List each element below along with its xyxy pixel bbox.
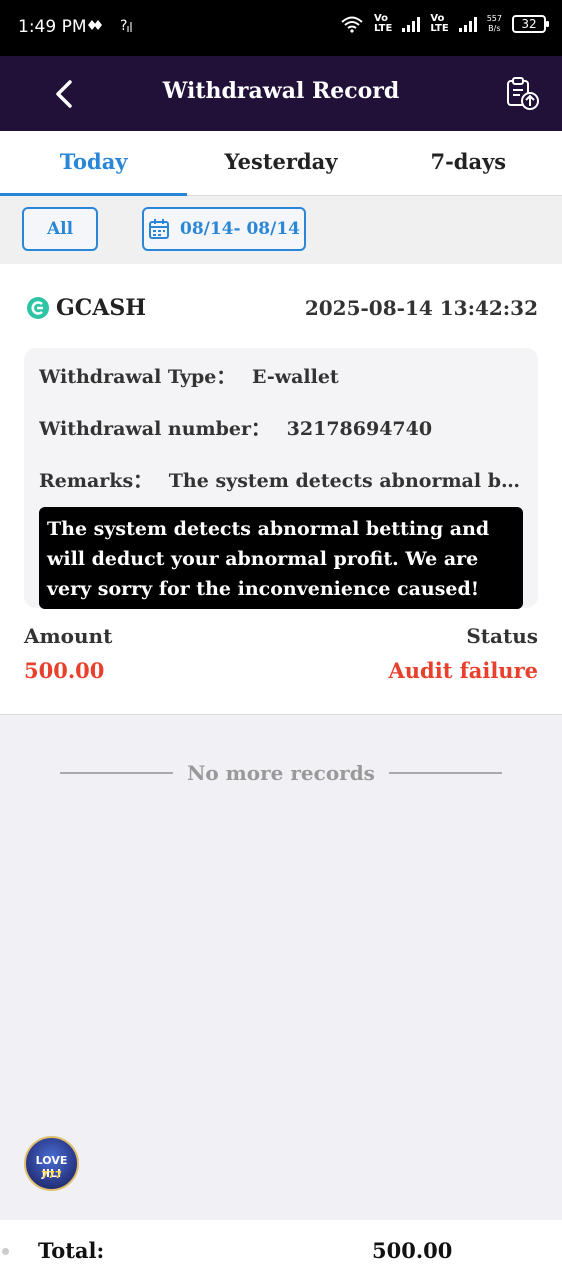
withdrawal-number-value: 32178694740 [286, 418, 433, 440]
logo-text-bottom: 777 [41, 1170, 62, 1181]
tab-yesterday[interactable]: Yesterday [187, 131, 374, 195]
withdrawal-record-card: GCASH 2025-08-14 13:42:32 Withdrawal Typ… [0, 264, 562, 715]
total-value: 500.00 [372, 1238, 453, 1263]
no-more-records-label: No more records [187, 761, 375, 785]
payment-method: GCASH [26, 295, 146, 321]
network-speed: 557 B/s [486, 14, 502, 33]
status-value: Audit failure [388, 658, 538, 683]
app-header: Withdrawal Record [0, 56, 562, 131]
wifi-icon [341, 16, 363, 33]
floating-app-logo[interactable]: LOVE JILI 777 [24, 1136, 79, 1191]
withdrawal-type-value: E-wallet [252, 366, 339, 388]
remarks-label: Remarks： [39, 470, 153, 492]
amount-label: Amount [24, 624, 113, 648]
record-datetime: 2025-08-14 13:42:32 [304, 296, 538, 320]
withdrawal-type-label: Withdrawal Type： [39, 366, 236, 388]
date-range-button[interactable]: 08/14- 08/14 [142, 207, 306, 251]
withdrawal-number-label: Withdrawal number： [39, 418, 271, 440]
filter-all-label: All [46, 219, 74, 239]
calendar-icon [148, 219, 169, 239]
notification-icons: ? [86, 16, 134, 38]
status-bar: 1:49 PM ? Vo LTE Vo LTE 557 B/s 32 [0, 0, 562, 56]
amount-value: 500.00 [24, 658, 105, 683]
page-title: Withdrawal Record [162, 78, 400, 104]
divider-right [388, 772, 502, 774]
filter-all-button[interactable]: All [22, 207, 98, 251]
indicator-dot [2, 1248, 9, 1255]
remarks-tooltip: The system detects abnormal betting and … [39, 507, 523, 609]
app-notification-icon: ? [88, 18, 132, 34]
tab-today[interactable]: Today [0, 131, 188, 196]
tab-7-days[interactable]: 7-days [375, 131, 562, 195]
status-right: Vo LTE Vo LTE 557 B/s 32 [340, 13, 549, 34]
date-range-label: 08/14- 08/14 [179, 219, 301, 239]
svg-text:?: ? [120, 18, 127, 34]
gcash-icon [27, 297, 49, 319]
divider-left [60, 772, 174, 774]
withdrawal-type-row: Withdrawal Type： E-wallet [39, 362, 523, 389]
withdrawal-number-row: Withdrawal number： 32178694740 [39, 414, 523, 441]
remarks-row[interactable]: Remarks： The system detects abnormal bet… [39, 466, 523, 493]
totals-footer: Total: 500.00 [0, 1220, 562, 1280]
remarks-value: The system detects abnormal bett... [168, 470, 523, 492]
clipboard-upload-icon[interactable] [504, 75, 540, 111]
volte-indicator-2: Vo LTE [430, 13, 449, 34]
no-more-records: No more records [60, 758, 502, 788]
signal-icon-2 [458, 16, 477, 32]
signal-icon-1 [402, 16, 421, 32]
date-tabs: Today Yesterday 7-days [0, 131, 562, 196]
status-label: Status [466, 624, 538, 648]
total-label: Total: [38, 1238, 105, 1263]
battery-icon: 32 [512, 15, 549, 33]
volte-indicator-1: Vo LTE [373, 13, 393, 34]
record-header: GCASH 2025-08-14 13:42:32 [26, 292, 538, 324]
status-time: 1:49 PM [18, 17, 87, 37]
filter-bar: All 08/14- 08/14 [0, 196, 562, 264]
payment-method-label: GCASH [56, 295, 147, 321]
record-details: Withdrawal Type： E-wallet Withdrawal num… [24, 348, 538, 609]
